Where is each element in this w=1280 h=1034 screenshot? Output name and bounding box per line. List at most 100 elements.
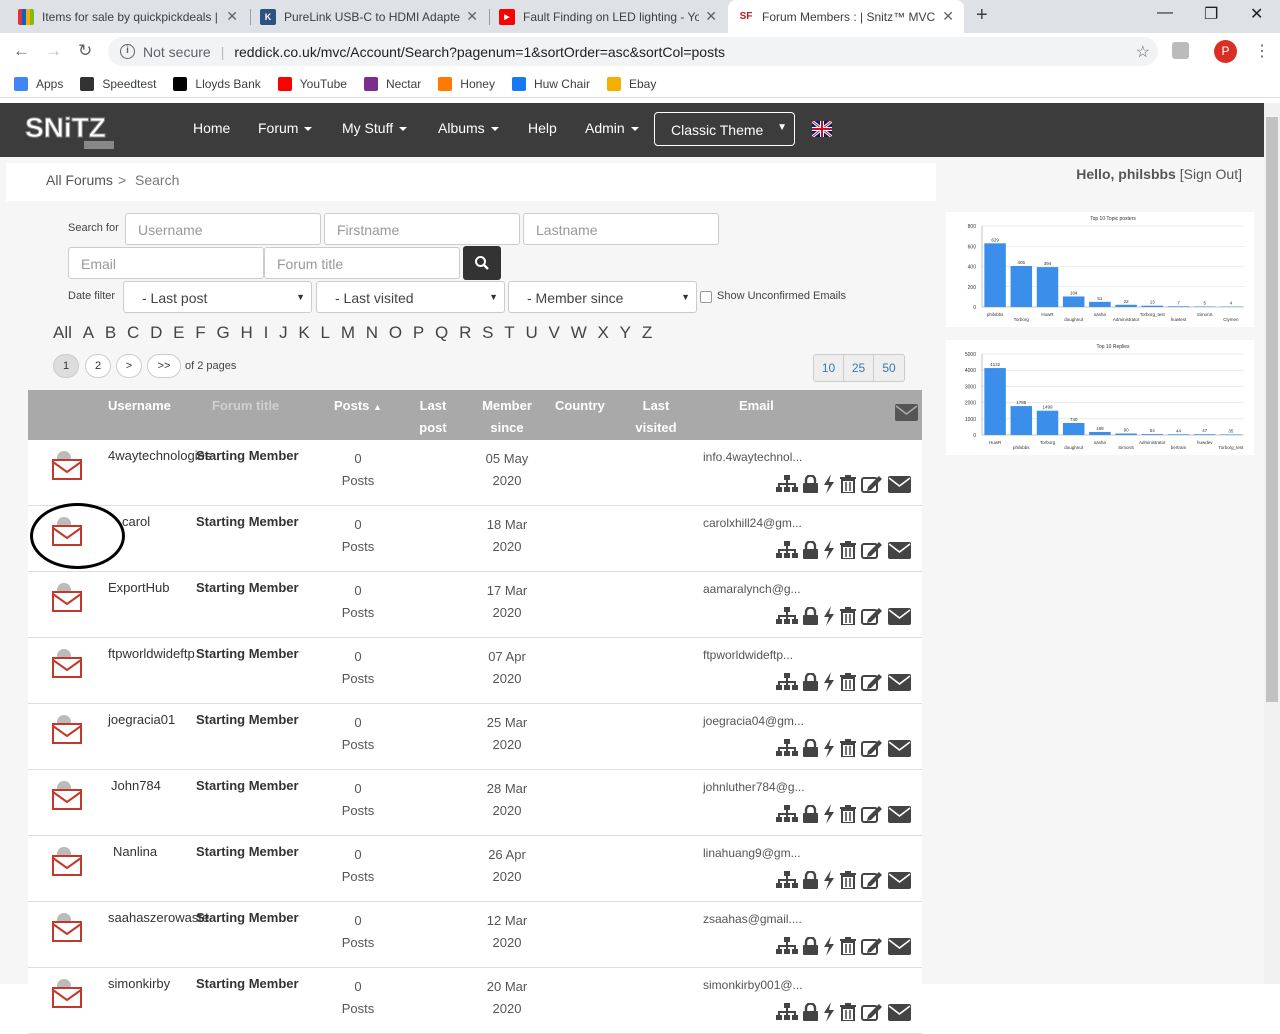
alpha-filter-k[interactable]: K — [298, 323, 309, 343]
scrollbar-thumb[interactable] — [1266, 117, 1278, 702]
unconfirmed-checkbox[interactable] — [700, 291, 712, 303]
lightning-icon[interactable] — [823, 804, 835, 824]
alpha-filter-l[interactable]: L — [321, 323, 330, 343]
lightning-icon[interactable] — [823, 606, 835, 626]
trash-icon[interactable] — [840, 739, 856, 757]
trash-icon[interactable] — [840, 541, 856, 559]
username-link[interactable]: John784 — [111, 778, 199, 793]
lightning-icon[interactable] — [823, 870, 835, 890]
trash-icon[interactable] — [840, 1003, 856, 1021]
alpha-filter-d[interactable]: D — [150, 323, 162, 343]
bookmark-item[interactable]: YouTube — [278, 77, 347, 91]
alpha-filter-f[interactable]: F — [195, 323, 205, 343]
minimize-icon[interactable]: — — [1157, 4, 1173, 22]
edit-icon[interactable] — [861, 475, 883, 493]
bookmark-item[interactable]: Huw Chair — [512, 77, 590, 91]
bookmark-star-icon[interactable]: ☆ — [1136, 42, 1150, 62]
nav-albums[interactable]: Albums — [438, 120, 499, 136]
mail-icon[interactable] — [888, 476, 911, 493]
bookmark-item[interactable]: Nectar — [364, 77, 421, 91]
alpha-filter-n[interactable]: N — [366, 323, 378, 343]
envelope-icon[interactable] — [52, 912, 82, 945]
email-text[interactable]: linahuang9@gm... — [703, 846, 801, 860]
mail-icon[interactable] — [888, 872, 911, 889]
email-input[interactable]: Email — [68, 247, 264, 279]
profile-avatar[interactable]: P — [1214, 40, 1237, 63]
lock-icon[interactable] — [803, 1003, 818, 1021]
hierarchy-icon[interactable] — [776, 475, 798, 493]
alpha-filter-m[interactable]: M — [341, 323, 355, 343]
edit-icon[interactable] — [861, 1003, 883, 1021]
lock-icon[interactable] — [803, 673, 818, 691]
email-text[interactable]: simonkirby001@... — [703, 978, 803, 992]
page-2-button[interactable]: 2 — [85, 354, 111, 378]
mail-icon[interactable] — [888, 674, 911, 691]
next-page-button[interactable]: > — [116, 354, 142, 378]
member-since-select[interactable]: - Member since▼ — [508, 281, 697, 313]
lightning-icon[interactable] — [823, 738, 835, 758]
envelope-icon[interactable] — [52, 780, 82, 813]
trash-icon[interactable] — [840, 937, 856, 955]
browser-tab[interactable]: ▶ Fault Finding on LED lighting - Yo ✕ — [489, 0, 727, 33]
mail-icon[interactable] — [888, 608, 911, 625]
alpha-filter-c[interactable]: C — [127, 323, 139, 343]
email-text[interactable]: carolxhill24@gm... — [703, 516, 802, 530]
lightning-icon[interactable] — [823, 936, 835, 956]
bookmark-item[interactable]: Honey — [438, 77, 495, 91]
firstname-input[interactable]: Firstname — [324, 213, 520, 245]
username-link[interactable]: 4waytechnologies — [108, 448, 196, 463]
menu-kebab-icon[interactable]: ⋮ — [1254, 41, 1270, 61]
alpha-filter-i[interactable]: I — [264, 323, 269, 343]
nav-my-stuff[interactable]: My Stuff — [342, 120, 407, 136]
browser-tab-active[interactable]: SF Forum Members : | Snitz™ MVC F ✕ — [728, 0, 964, 33]
col-last-visited[interactable]: Lastvisited — [633, 395, 679, 439]
close-tab-icon[interactable]: ✕ — [466, 8, 478, 25]
envelope-icon[interactable] — [52, 846, 82, 879]
search-button[interactable] — [463, 246, 501, 280]
username-link[interactable]: Nanlina — [113, 844, 201, 859]
alpha-filter-t[interactable]: T — [504, 323, 514, 343]
hierarchy-icon[interactable] — [776, 673, 798, 691]
envelope-icon[interactable] — [52, 582, 82, 615]
edit-icon[interactable] — [861, 871, 883, 889]
alpha-filter-g[interactable]: G — [216, 323, 229, 343]
bookmark-item[interactable]: Ebay — [607, 77, 656, 91]
col-last-post[interactable]: Lastpost — [418, 395, 448, 439]
last-page-button[interactable]: >> — [147, 354, 181, 378]
alpha-filter-w[interactable]: W — [571, 323, 587, 343]
bookmark-item[interactable]: Speedtest — [80, 77, 156, 91]
edit-icon[interactable] — [861, 541, 883, 559]
username-input[interactable]: Username — [125, 213, 321, 245]
username-link[interactable]: saahaszerowaste — [108, 910, 196, 925]
alpha-filter-all[interactable]: All — [53, 323, 72, 343]
alpha-filter-a[interactable]: A — [83, 323, 94, 343]
trash-icon[interactable] — [840, 607, 856, 625]
trash-icon[interactable] — [840, 475, 856, 493]
breadcrumb-root[interactable]: All Forums — [46, 172, 113, 188]
email-text[interactable]: aamaralynch@g... — [703, 582, 801, 596]
col-posts[interactable]: Posts ▲ — [334, 395, 382, 418]
forum-title-input[interactable]: Forum title — [264, 247, 460, 279]
trash-icon[interactable] — [840, 673, 856, 691]
col-forum-title[interactable]: Forum title — [212, 395, 279, 417]
bookmark-item[interactable]: Apps — [14, 77, 63, 91]
extension-icon[interactable] — [1172, 42, 1189, 59]
alpha-filter-e[interactable]: E — [173, 323, 184, 343]
nav-home[interactable]: Home — [193, 120, 230, 136]
email-text[interactable]: zsaahas@gmail.... — [703, 912, 802, 926]
alpha-filter-p[interactable]: P — [413, 323, 424, 343]
edit-icon[interactable] — [861, 607, 883, 625]
alpha-filter-b[interactable]: B — [105, 323, 116, 343]
close-tab-icon[interactable]: ✕ — [942, 8, 954, 25]
nav-forum[interactable]: Forum — [258, 120, 312, 136]
alpha-filter-o[interactable]: O — [389, 323, 402, 343]
page-size-50[interactable]: 50 — [874, 355, 904, 381]
col-member-since[interactable]: Membersince — [480, 395, 534, 439]
last-visited-select[interactable]: - Last visited▼ — [316, 281, 505, 313]
lightning-icon[interactable] — [823, 1002, 835, 1022]
hierarchy-icon[interactable] — [776, 1003, 798, 1021]
last-post-select[interactable]: - Last post▼ — [123, 281, 312, 313]
email-text[interactable]: johnluther784@g... — [703, 780, 805, 794]
alpha-filter-v[interactable]: V — [549, 323, 560, 343]
envelope-icon[interactable] — [52, 648, 82, 681]
